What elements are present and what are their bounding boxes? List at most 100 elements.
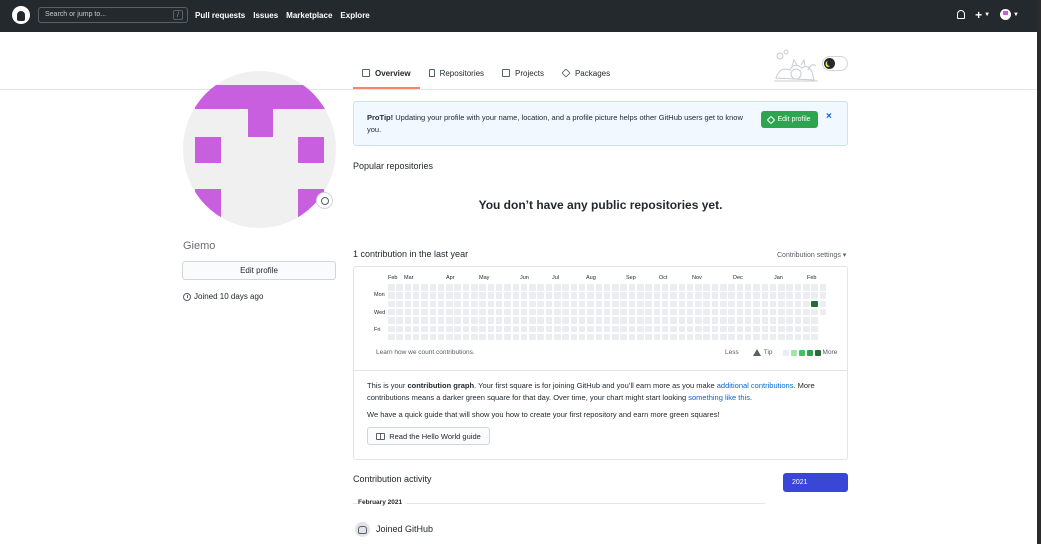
contribution-day[interactable] bbox=[545, 284, 553, 291]
contribution-day[interactable] bbox=[388, 292, 395, 299]
contribution-day[interactable] bbox=[811, 308, 818, 316]
contribution-day[interactable] bbox=[628, 284, 636, 291]
scrollbar[interactable] bbox=[1037, 0, 1041, 544]
contribution-day[interactable] bbox=[537, 333, 544, 341]
contribution-day[interactable] bbox=[570, 284, 578, 291]
contribution-day[interactable] bbox=[529, 284, 536, 291]
contribution-day[interactable] bbox=[504, 300, 511, 308]
contribution-day[interactable] bbox=[412, 325, 420, 332]
contribution-day[interactable] bbox=[554, 284, 561, 291]
nav-pull-requests[interactable]: Pull requests bbox=[195, 11, 245, 20]
contribution-day[interactable] bbox=[587, 308, 594, 316]
contribution-day[interactable] bbox=[429, 308, 436, 316]
contribution-day[interactable] bbox=[587, 333, 594, 341]
contribution-day[interactable] bbox=[554, 325, 561, 332]
hello-world-guide-button[interactable]: Read the Hello World guide bbox=[367, 427, 490, 445]
contribution-day[interactable] bbox=[695, 308, 702, 316]
contribution-day[interactable] bbox=[437, 325, 445, 332]
contribution-day[interactable] bbox=[396, 300, 403, 308]
contribution-day[interactable] bbox=[446, 308, 453, 316]
contribution-day[interactable] bbox=[437, 300, 445, 308]
contribution-day[interactable] bbox=[769, 292, 777, 299]
contribution-day[interactable] bbox=[487, 317, 495, 324]
contribution-day[interactable] bbox=[520, 325, 528, 332]
contribution-day[interactable] bbox=[794, 284, 802, 291]
contribution-day[interactable] bbox=[661, 308, 669, 316]
contribution-day[interactable] bbox=[794, 325, 802, 332]
contribution-day[interactable] bbox=[744, 292, 752, 299]
contribution-day[interactable] bbox=[786, 284, 793, 291]
tab-repositories[interactable]: Repositories bbox=[420, 62, 493, 89]
contribution-day[interactable] bbox=[711, 300, 719, 308]
contribution-day[interactable] bbox=[620, 292, 627, 299]
contribution-day[interactable] bbox=[495, 300, 503, 308]
contribution-day[interactable] bbox=[661, 292, 669, 299]
contribution-day[interactable] bbox=[471, 284, 478, 291]
contribution-day[interactable] bbox=[661, 333, 669, 341]
contribution-day[interactable] bbox=[512, 325, 519, 332]
contribution-day[interactable] bbox=[703, 308, 710, 316]
contribution-day[interactable] bbox=[678, 292, 685, 299]
contribution-day[interactable] bbox=[612, 308, 619, 316]
contribution-day[interactable] bbox=[612, 292, 619, 299]
contribution-day[interactable] bbox=[495, 333, 503, 341]
contribution-day[interactable] bbox=[744, 333, 752, 341]
protip-edit-profile-button[interactable]: Edit profile bbox=[761, 111, 818, 128]
contribution-day[interactable] bbox=[744, 317, 752, 324]
contribution-day[interactable] bbox=[653, 317, 661, 324]
contribution-day[interactable] bbox=[587, 317, 594, 324]
learn-contributions-link[interactable]: Learn how we count contributions. bbox=[376, 349, 475, 356]
contribution-day[interactable] bbox=[446, 325, 453, 332]
contribution-day[interactable] bbox=[711, 284, 719, 291]
contribution-day[interactable] bbox=[670, 317, 677, 324]
contribution-day[interactable] bbox=[462, 308, 470, 316]
contribution-day[interactable] bbox=[479, 284, 486, 291]
contribution-day[interactable] bbox=[603, 300, 611, 308]
contribution-day[interactable] bbox=[778, 292, 785, 299]
contribution-day[interactable] bbox=[703, 333, 710, 341]
contribution-day[interactable] bbox=[620, 284, 627, 291]
contribution-day[interactable] bbox=[504, 325, 511, 332]
contribution-day[interactable] bbox=[421, 317, 428, 324]
contribution-day[interactable] bbox=[637, 292, 644, 299]
contribution-day[interactable] bbox=[769, 284, 777, 291]
contribution-day[interactable] bbox=[703, 317, 710, 324]
contribution-day[interactable] bbox=[769, 308, 777, 316]
contribution-day[interactable] bbox=[404, 317, 412, 324]
contribution-day[interactable] bbox=[495, 317, 503, 324]
contribution-day[interactable] bbox=[678, 308, 685, 316]
contribution-day[interactable] bbox=[504, 292, 511, 299]
contribution-day[interactable] bbox=[520, 317, 528, 324]
contribution-day[interactable] bbox=[695, 317, 702, 324]
contribution-day[interactable] bbox=[637, 284, 644, 291]
contribution-day[interactable] bbox=[446, 333, 453, 341]
contribution-day[interactable] bbox=[412, 300, 420, 308]
contribution-day[interactable] bbox=[487, 333, 495, 341]
contribution-day[interactable] bbox=[778, 308, 785, 316]
contribution-day[interactable] bbox=[504, 317, 511, 324]
contribution-day[interactable] bbox=[703, 284, 710, 291]
contribution-day[interactable] bbox=[520, 333, 528, 341]
contribution-day[interactable] bbox=[562, 308, 569, 316]
contribution-day[interactable] bbox=[545, 333, 553, 341]
contribution-day[interactable] bbox=[711, 317, 719, 324]
contribution-day[interactable] bbox=[686, 292, 694, 299]
contribution-day[interactable] bbox=[437, 292, 445, 299]
contribution-day[interactable] bbox=[462, 317, 470, 324]
tab-overview[interactable]: Overview bbox=[353, 62, 420, 89]
contribution-day[interactable] bbox=[462, 300, 470, 308]
contribution-day[interactable] bbox=[529, 300, 536, 308]
contribution-day[interactable] bbox=[720, 300, 727, 308]
contribution-day[interactable] bbox=[736, 333, 744, 341]
nav-issues[interactable]: Issues bbox=[253, 11, 278, 20]
contribution-day[interactable] bbox=[744, 308, 752, 316]
contribution-day[interactable] bbox=[612, 325, 619, 332]
contribution-day[interactable] bbox=[637, 325, 644, 332]
contribution-day[interactable] bbox=[570, 333, 578, 341]
contribution-day[interactable] bbox=[645, 317, 652, 324]
contribution-day[interactable] bbox=[487, 300, 495, 308]
contribution-day[interactable] bbox=[454, 292, 461, 299]
contribution-day[interactable] bbox=[388, 333, 395, 341]
contribution-day[interactable] bbox=[637, 317, 644, 324]
contribution-day[interactable] bbox=[520, 292, 528, 299]
